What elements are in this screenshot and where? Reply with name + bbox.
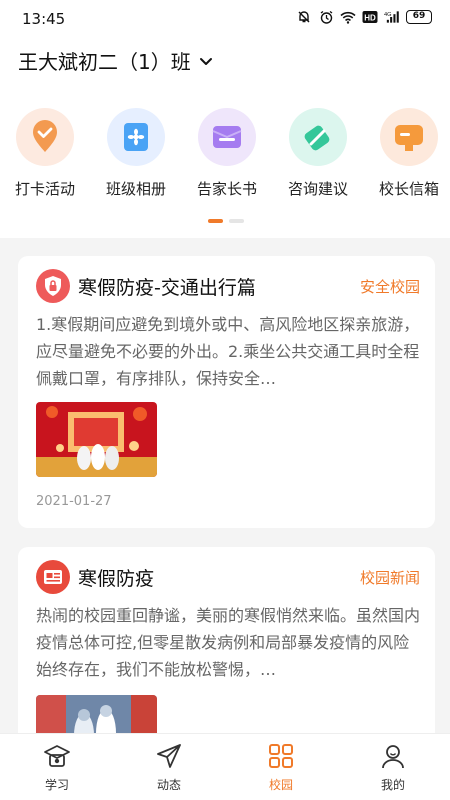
article-category-tag[interactable]: 安全校园 <box>360 276 420 297</box>
battery-indicator: 69 <box>406 10 432 24</box>
article-summary: 热闹的校园重回静谧，美丽的寒假悄然来临。虽然国内疫情总体可控,但零星散发病例和局… <box>36 606 421 679</box>
svg-text:4G: 4G <box>384 12 392 18</box>
shortcut-album[interactable]: 班级相册 <box>93 108 179 199</box>
shortcut-icon-bg <box>16 108 74 166</box>
user-icon <box>353 740 433 772</box>
article-header: 寒假防疫-交通出行篇 安全校园 <box>36 268 420 304</box>
shortcut-icon-bg <box>289 108 347 166</box>
status-icons: HD 4G 69 <box>296 9 432 25</box>
article-thumbnail[interactable] <box>36 402 157 477</box>
shortcut-label: 告家长书 <box>196 180 257 198</box>
shield-lock-icon <box>36 269 70 303</box>
shortcut-label: 打卡活动 <box>14 180 75 198</box>
mailbox-icon <box>395 125 423 151</box>
page-indicator <box>208 219 244 223</box>
article-title: 寒假防疫-交通出行篇 <box>78 276 256 299</box>
mute-bell-icon <box>296 9 312 25</box>
shortcut-label: 咨询建议 <box>287 180 348 198</box>
shortcut-icon-bg <box>198 108 256 166</box>
svg-text:HD: HD <box>364 14 376 23</box>
chevron-down-icon <box>199 52 213 71</box>
shortcut-suggestion[interactable]: 咨询建议 <box>275 108 361 199</box>
article-card[interactable]: 寒假防疫 校园新闻 热闹的校园重回静谧，美丽的寒假悄然来临。虽然国内疫情总体可控… <box>18 547 435 747</box>
shortcut-grid: 打卡活动 班级相册 告家长书 咨询建议 校长信箱 <box>0 108 450 204</box>
wifi-icon <box>340 9 356 25</box>
class-selector[interactable]: 王大斌初二（1）班 <box>18 44 213 76</box>
shortcut-label: 班级相册 <box>105 180 166 198</box>
grid-icon <box>241 740 321 772</box>
shortcut-principal-mailbox[interactable]: 校长信箱 <box>366 108 450 199</box>
paper-plane-icon <box>129 740 209 772</box>
status-time: 13:45 <box>22 10 66 28</box>
article-summary: 1.寒假期间应避免到境外或中、高风险地区探亲旅游，应尽量避免不必要的外出。2.乘… <box>36 315 420 388</box>
tab-study[interactable]: 学习 <box>17 740 97 793</box>
article-card[interactable]: 寒假防疫-交通出行篇 安全校园 1.寒假期间应避免到境外或中、高风险地区探亲旅游… <box>18 256 435 528</box>
class-name: 王大斌初二（1）班 <box>18 49 191 74</box>
edit-note-icon <box>304 125 330 151</box>
tab-profile[interactable]: 我的 <box>353 740 433 793</box>
status-bar: 13:45 HD 4G 69 <box>0 0 450 38</box>
tab-campus[interactable]: 校园 <box>241 740 321 793</box>
shortcut-checkin[interactable]: 打卡活动 <box>2 108 88 199</box>
article-date: 2021-01-27 <box>36 494 112 509</box>
alarm-icon <box>318 9 334 25</box>
bottom-tab-bar: 学习 动态 校园 我的 <box>0 733 450 800</box>
newspaper-icon <box>36 560 70 594</box>
tab-label: 我的 <box>380 778 405 792</box>
location-check-icon <box>33 120 57 152</box>
shortcut-icon-bg <box>107 108 165 166</box>
graduation-cap-icon <box>17 740 97 772</box>
shortcut-icon-bg <box>380 108 438 166</box>
letter-icon <box>212 126 242 148</box>
article-title: 寒假防疫 <box>78 567 155 590</box>
shortcut-parent-letter[interactable]: 告家长书 <box>184 108 270 199</box>
article-category-tag[interactable]: 校园新闻 <box>360 567 420 588</box>
tab-label: 动态 <box>156 778 181 792</box>
header-area: 13:45 HD 4G 69 王大斌初二（1）班 打卡活动 班级相册 告家长书 … <box>0 0 450 238</box>
hd-icon: HD <box>362 9 378 25</box>
tab-label: 校园 <box>268 778 293 792</box>
tab-feed[interactable]: 动态 <box>129 740 209 793</box>
tab-label: 学习 <box>44 778 69 792</box>
page-dot-active <box>208 219 223 223</box>
album-icon <box>124 123 148 151</box>
article-header: 寒假防疫 校园新闻 <box>36 559 420 595</box>
page-dot <box>229 219 244 223</box>
signal-icon: 4G <box>384 9 400 25</box>
shortcut-label: 校长信箱 <box>378 180 439 198</box>
